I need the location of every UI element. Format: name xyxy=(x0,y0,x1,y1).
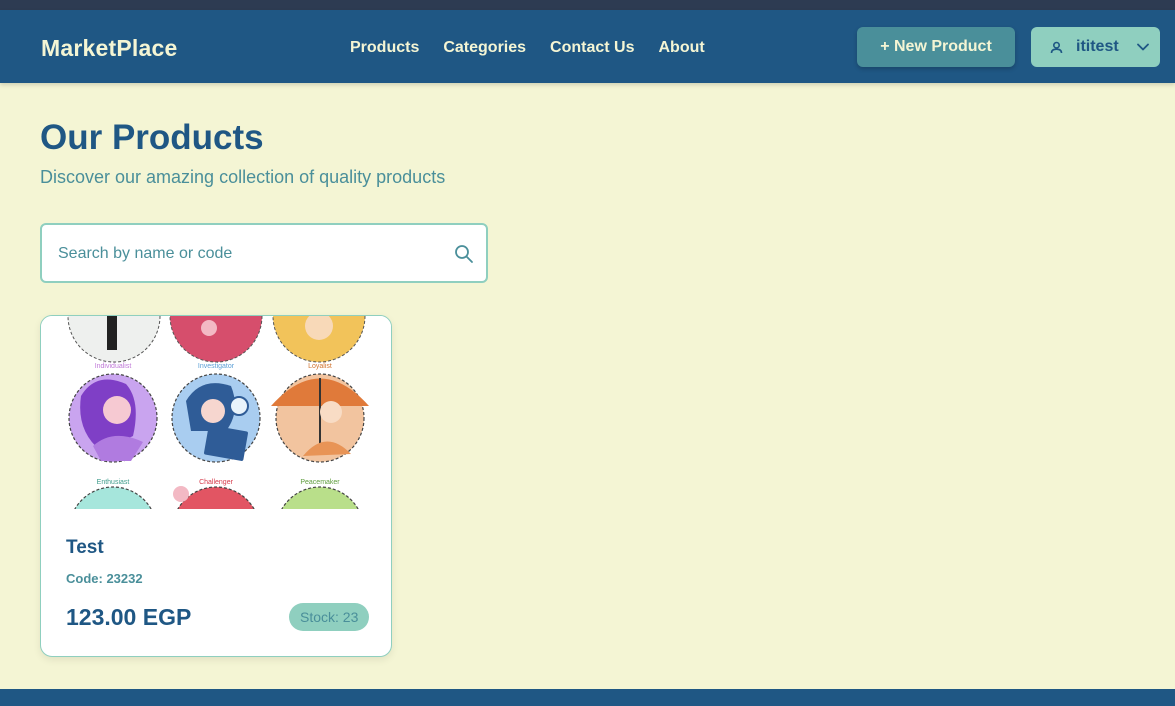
sticker-top-middle xyxy=(169,316,263,363)
nav-links: Products Categories Contact Us About xyxy=(350,39,729,57)
chevron-down-icon xyxy=(1136,43,1149,51)
product-code: Code: 23232 xyxy=(66,571,143,586)
brand-logo[interactable]: MarketPlace xyxy=(41,35,177,62)
sticker-challenger xyxy=(173,486,255,509)
product-image: Individualist Investigator Loyalist Enth… xyxy=(41,316,391,509)
nav-link-categories[interactable]: Categories xyxy=(443,39,526,57)
window-top-strip xyxy=(0,0,1175,10)
sticker-top-right xyxy=(272,316,366,363)
user-name: ititest xyxy=(1076,38,1119,55)
page-subtitle: Discover our amazing collection of quali… xyxy=(40,167,446,187)
page-title: Our Products xyxy=(40,118,264,157)
sticker-label-5: Challenger xyxy=(199,479,234,486)
sticker-investigator xyxy=(171,373,261,463)
sticker-top-left xyxy=(67,316,161,363)
search-box xyxy=(40,223,488,283)
new-product-button[interactable]: + New Product xyxy=(857,27,1015,67)
navbar: MarketPlace Products Categories Contact … xyxy=(0,10,1175,83)
sticker-label-4: Enthusiast xyxy=(97,479,130,486)
nav-link-products[interactable]: Products xyxy=(350,39,419,57)
nav-link-contact-us[interactable]: Contact Us xyxy=(550,39,634,57)
sticker-label-2: Investigator xyxy=(198,363,235,370)
footer xyxy=(0,689,1175,706)
search-input[interactable] xyxy=(58,243,438,265)
sticker-loyalist xyxy=(271,373,369,463)
user-icon xyxy=(1050,41,1063,53)
sticker-label-6: Peacemaker xyxy=(300,479,340,486)
sticker-individualist xyxy=(68,373,158,463)
sticker-peacemaker xyxy=(281,486,359,509)
sticker-label-1: Individualist xyxy=(95,363,132,370)
product-card[interactable]: Individualist Investigator Loyalist Enth… xyxy=(40,315,392,657)
product-price: 123.00 EGP xyxy=(66,604,192,630)
search-icon[interactable] xyxy=(454,244,474,264)
sticker-enthusiast xyxy=(74,486,152,509)
product-name[interactable]: Test xyxy=(66,537,104,559)
sticker-label-3: Loyalist xyxy=(308,363,332,370)
user-menu-button[interactable]: ititest xyxy=(1031,27,1160,67)
stock-badge: Stock: 23 xyxy=(289,603,370,631)
nav-link-about[interactable]: About xyxy=(659,39,705,57)
